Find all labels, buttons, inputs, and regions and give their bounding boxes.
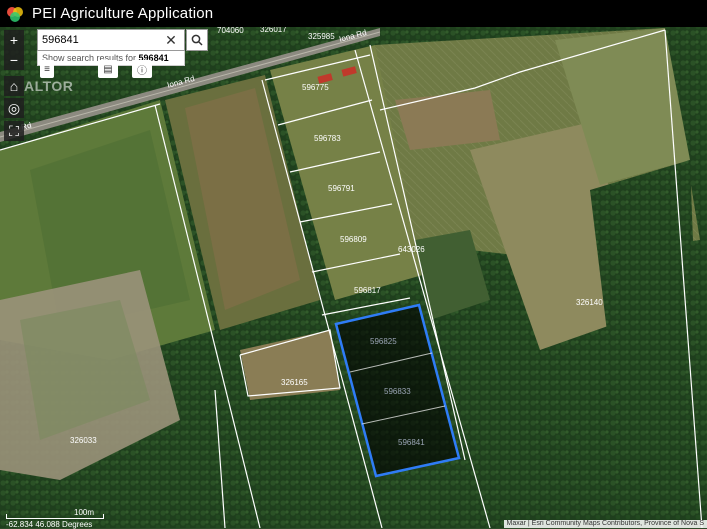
watermark: ALTOR <box>24 78 73 94</box>
search-icon <box>191 34 203 46</box>
parcel-label-selected: 596841 <box>398 438 425 447</box>
parcel-label: 643026 <box>398 245 425 254</box>
print-icon[interactable]: ▤ <box>98 60 118 78</box>
logo-icon <box>6 5 24 23</box>
attribution: Maxar | Esri Community Maps Contributors… <box>504 520 707 528</box>
zoom-out-icon[interactable]: − <box>4 50 24 70</box>
parcel-label: 326140 <box>576 298 603 307</box>
fullscreen-icon[interactable]: ⛶ <box>4 121 24 141</box>
parcel-label: 596775 <box>302 83 329 92</box>
info-icon[interactable]: ⓘ <box>132 60 152 78</box>
app-header: PEI Agriculture Application <box>0 0 707 27</box>
search-button[interactable] <box>186 29 208 51</box>
parcel-label: 596817 <box>354 286 381 295</box>
parcel-label: 596809 <box>340 235 367 244</box>
map-canvas[interactable]: 704060 326017 325985 596775 596783 59679… <box>0 0 707 528</box>
list-icon[interactable]: ≡ <box>40 60 54 78</box>
zoom-in-icon[interactable]: + <box>4 30 24 50</box>
scale-label: 100m <box>74 508 94 517</box>
search-input[interactable] <box>38 33 162 47</box>
clear-icon[interactable]: ✕ <box>162 32 180 49</box>
suggestion-prefix: Show search results for <box>42 53 139 63</box>
parcel-label: 596791 <box>328 184 355 193</box>
parcel-label: 326033 <box>70 436 97 445</box>
search-box: ✕ <box>37 29 185 51</box>
parcel-label: 325985 <box>308 32 335 41</box>
parcel-label: 596833 <box>384 387 411 396</box>
parcel-label: 596825 <box>370 337 397 346</box>
parcel-label: 704060 <box>217 26 244 35</box>
parcel-label: 326165 <box>281 378 308 387</box>
locate-icon[interactable]: ◎ <box>4 98 24 118</box>
home-icon[interactable]: ⌂ <box>4 76 24 96</box>
parcel-label: 596783 <box>314 134 341 143</box>
app-title: PEI Agriculture Application <box>32 5 213 22</box>
